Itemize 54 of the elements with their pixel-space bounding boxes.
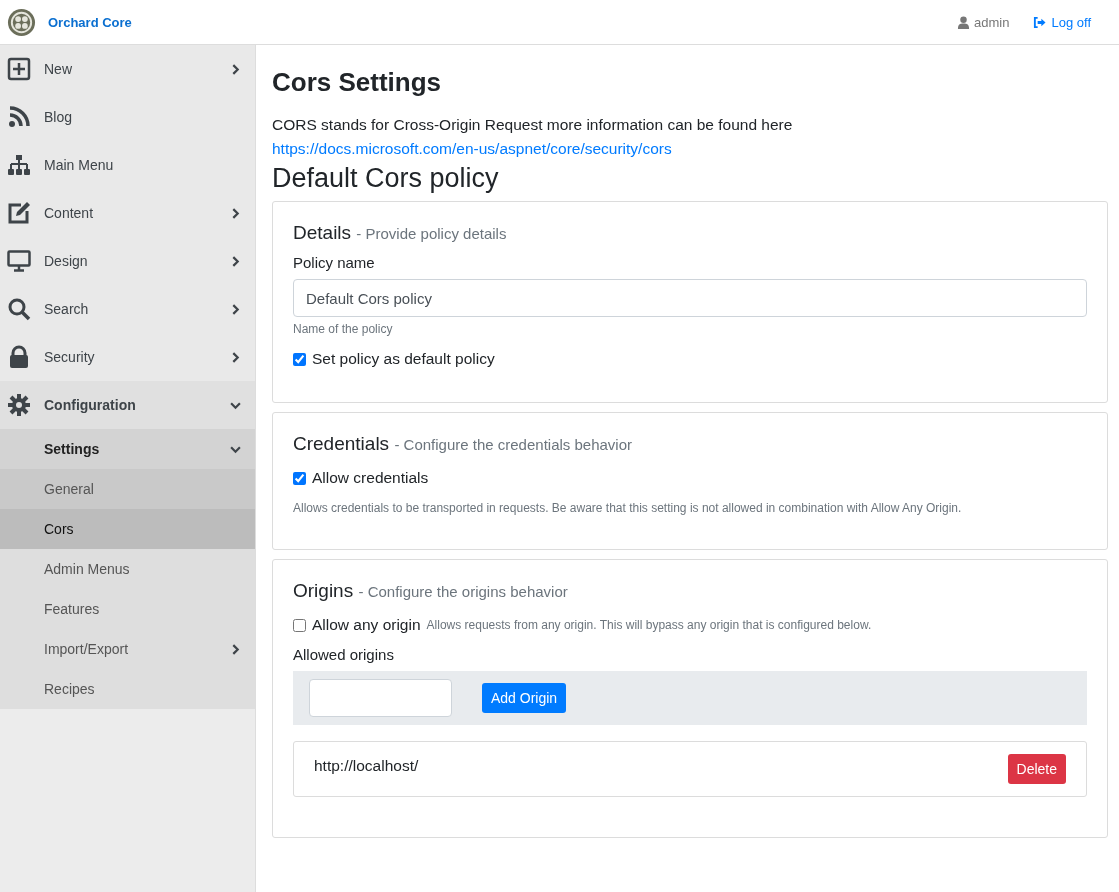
lock-icon — [7, 345, 31, 369]
settings-icon — [7, 393, 31, 417]
checkbox[interactable] — [293, 471, 306, 485]
checkbox-label: Allow credentials — [312, 469, 429, 487]
sidebar-item[interactable]: Import/Export — [0, 629, 255, 669]
chevron-right-icon — [230, 255, 241, 267]
field-label: Policy name — [293, 254, 376, 271]
policy-name-field[interactable]: Default Cors policy — [293, 279, 1087, 317]
field-label: Allowed origins — [293, 646, 395, 663]
chevron-right-icon — [230, 207, 241, 219]
section-subtitle: - Provide policy details — [356, 225, 507, 242]
plus-icon — [7, 57, 31, 81]
search-icon — [7, 297, 31, 321]
page-title: Cors Settings — [272, 66, 443, 99]
section-title: Details — [293, 222, 352, 243]
checkbox-label: Set policy as default policy — [312, 350, 495, 368]
chevron-right-icon — [230, 63, 241, 75]
logo-icon — [7, 7, 36, 37]
monitor-icon — [7, 249, 31, 273]
add-origin-button[interactable]: Add Origin — [482, 683, 567, 713]
sign-out-icon — [1033, 15, 1047, 29]
field-hint: Name of the policy — [293, 322, 394, 336]
logoff-link[interactable]: Log off — [1033, 14, 1091, 30]
checkbox-label: Allow any origin — [312, 616, 421, 634]
sidebar-item[interactable]: Recipes — [0, 669, 255, 709]
section-title: Credentials — [293, 433, 390, 454]
sidebar-item[interactable]: Cors — [0, 509, 255, 549]
chevron-right-icon — [230, 303, 241, 315]
user-icon — [957, 15, 971, 29]
sitemap-icon — [7, 153, 31, 177]
origin-url: http://localhost/ — [314, 757, 419, 775]
chevron-right-icon — [230, 643, 241, 655]
section-subtitle: - Configure the origins behavior — [358, 583, 568, 600]
policy-title: Default Cors policy — [272, 162, 500, 195]
sidebar-item[interactable]: General — [0, 469, 255, 509]
edit-icon — [7, 201, 31, 225]
sidebar-item[interactable]: Admin Menus — [0, 549, 255, 589]
checkbox[interactable] — [293, 352, 306, 366]
docs-link[interactable]: https://docs.microsoft.com/en-us/aspnet/core/security/cors — [272, 140, 672, 157]
field-hint: Allows credentials to be transported in requests. Be aware that this setting is not allowed in combination with Allow Any Origin. — [293, 501, 963, 515]
sidebar-item[interactable]: Configuration — [0, 381, 255, 429]
checkbox[interactable] — [293, 618, 306, 632]
section-subtitle: - Configure the credentials behavior — [394, 436, 633, 453]
delete-button[interactable]: Delete — [1007, 754, 1066, 784]
intro-text: CORS stands for Cross-Origin Request more information can be found here https://docs.microsoft.com/en-us/aspnet/core/security/cors — [272, 115, 794, 159]
section-title: Origins — [293, 580, 354, 601]
origin-input-field[interactable] — [309, 679, 452, 717]
brand-link[interactable]: Orchard Core — [48, 14, 132, 30]
sidebar-item[interactable]: Settings — [0, 429, 255, 469]
user-link[interactable]: admin — [957, 14, 1010, 30]
sidebar-item[interactable]: Features — [0, 589, 255, 629]
chevron-right-icon — [230, 351, 241, 363]
field-hint: Allows requests from any origin. This will bypass any origin that is configured below. — [426, 618, 872, 632]
rss-icon — [7, 105, 31, 129]
